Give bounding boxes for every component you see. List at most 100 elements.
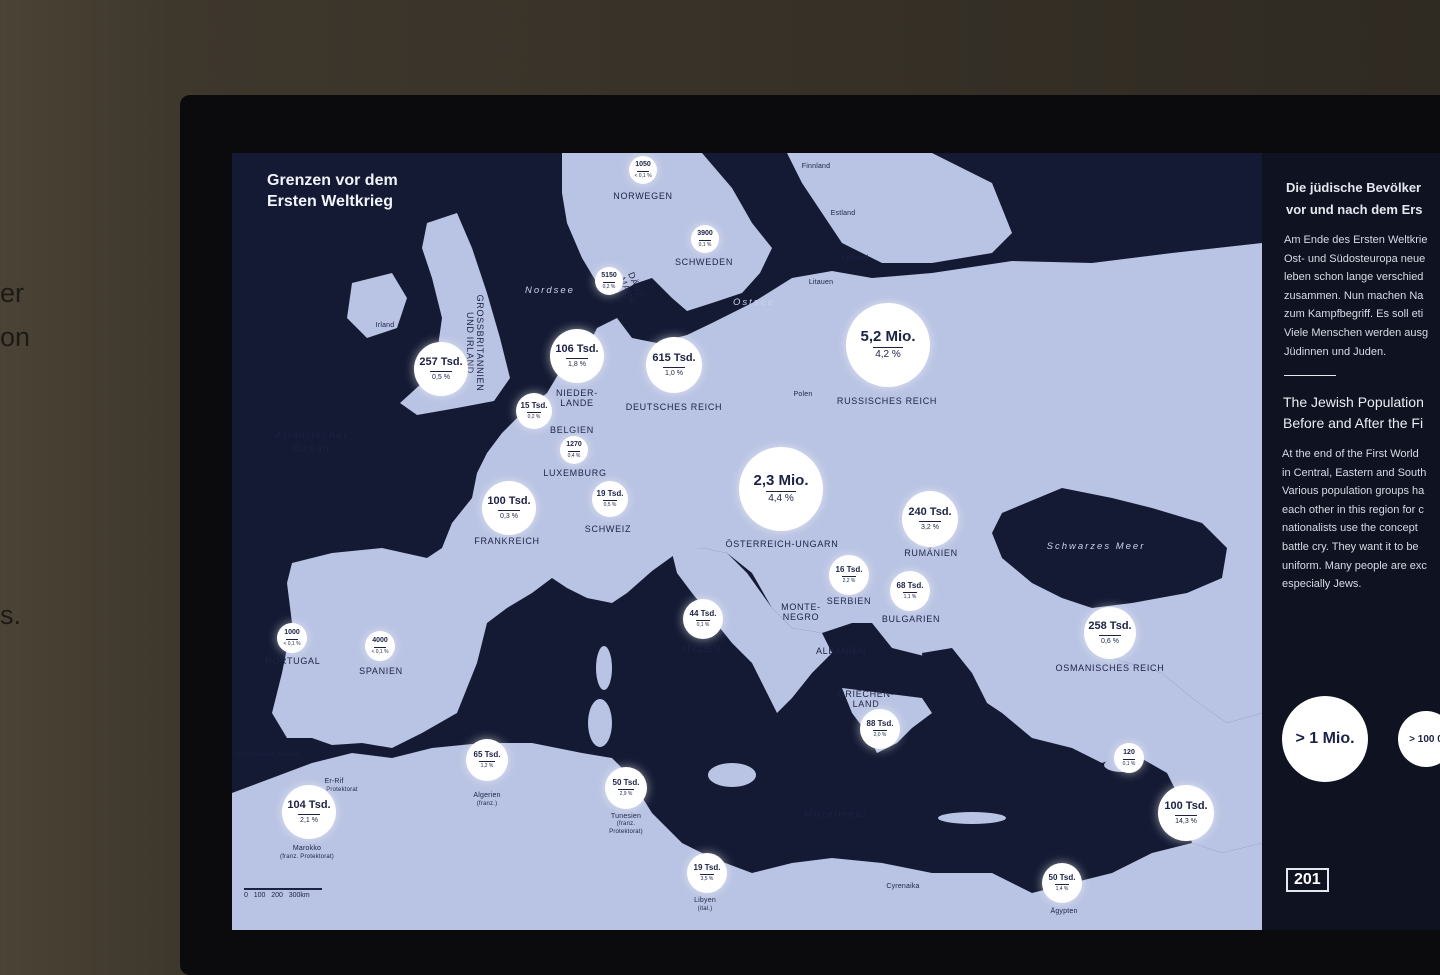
bubble-divider (700, 874, 714, 876)
population-bubble-bulgarien[interactable]: 68 Tsd. 1,1 % (890, 571, 930, 611)
bubble-percent: 3,2 % (921, 523, 939, 531)
sidebar-title: Die jüdische Bevölker vor und nach dem E… (1286, 180, 1423, 217)
legend-bubble-over-1-mio[interactable]: > 1 Mio. (1282, 696, 1368, 782)
bubble-percent: 0,1 % (698, 241, 712, 248)
bubble-value: 44 Tsd. (689, 608, 717, 618)
region-label-schweden: SCHWEDEN (674, 257, 734, 267)
bubble-value: 100 Tsd. (1164, 800, 1208, 813)
population-bubble-zypern[interactable]: 120 0,1 % (1114, 743, 1144, 773)
region-label-russisches-reich: RUSSISCHES REICH (836, 396, 938, 406)
bubble-percent: 0,4 % (567, 452, 581, 459)
population-bubble-algerien[interactable]: 65 Tsd. 1,2 % (466, 739, 508, 781)
population-bubble-deutsches-reich[interactable]: 615 Tsd. 1,0 % (646, 337, 702, 393)
bubble-divider (603, 500, 617, 502)
population-bubble-italien[interactable]: 44 Tsd. 0,1 % (683, 599, 723, 639)
region-label-albanien: ALBANIEN (815, 646, 867, 656)
bubble-percent: 4,4 % (768, 493, 794, 505)
region-note-tunesien: (franz. Protektorat) (609, 821, 643, 835)
population-bubble-rumaenien[interactable]: 240 Tsd. 3,2 % (902, 491, 958, 547)
corsica-island (596, 646, 612, 690)
bubble-divider (637, 170, 649, 172)
bubble-value: 106 Tsd. (555, 343, 599, 356)
bubble-value: 16 Tsd. (835, 564, 863, 574)
population-bubble-schweden[interactable]: 3900 0,1 % (691, 225, 719, 253)
scandinavia-landmass (562, 153, 772, 311)
bubble-value: 88 Tsd. (866, 718, 894, 728)
sea-label-mittelmeer: Mittelmeer (803, 809, 869, 820)
sidebar-text-english: At the end of the First World in Central… (1282, 448, 1427, 591)
region-label-oesterreich-ungarn: ÖSTERREICH-UNGARN (725, 539, 839, 549)
bubble-divider (603, 281, 615, 283)
legend-bubble-over-100k[interactable]: > 100 0 (1398, 711, 1440, 767)
population-bubble-norwegen[interactable]: 1050 < 0,1 % (629, 156, 657, 184)
population-bubble-oesterreich-ungarn[interactable]: 2,3 Mio. 4,4 % (739, 447, 823, 531)
population-bubble-aegypten[interactable]: 50 Tsd. 1,4 % (1042, 863, 1082, 903)
bubble-divider (479, 761, 495, 763)
region-label-niederlande: NIEDER- LANDE (556, 388, 598, 408)
bubble-percent: 3,5 % (700, 876, 714, 883)
population-bubble-grossbritannien[interactable]: 257 Tsd. 0,5 % (414, 342, 468, 396)
bubble-divider (498, 509, 520, 511)
crete-island (938, 812, 1006, 824)
bubble-percent: 14,3 % (1175, 817, 1197, 825)
bubble-divider (903, 592, 917, 594)
bubble-value: 257 Tsd. (419, 356, 463, 369)
region-label-bulgarien: BULGARIEN (881, 614, 941, 624)
note-international-zone: (1913 internat. Gebiet) (234, 752, 300, 758)
population-bubble-schweiz[interactable]: 19 Tsd. 0,5 % (592, 481, 628, 517)
bubble-divider (568, 450, 580, 452)
population-bubble-spanien[interactable]: 4000 < 0,1 % (365, 631, 395, 661)
bubble-percent: 2,1 % (300, 816, 318, 824)
region-label-litauen: Litauen (808, 279, 834, 286)
region-label-lettland: Lettland (841, 255, 869, 262)
bubble-percent: 1,1 % (903, 594, 917, 601)
population-bubble-libyen[interactable]: 19 Tsd. 3,5 % (687, 853, 727, 893)
region-label-norwegen: NORWEGEN (613, 191, 673, 201)
sidebar-divider (1284, 375, 1336, 376)
region-label-griechenland: GRIECHEN- LAND (837, 689, 895, 709)
sea-label-atlantik: Atlantischer Ozean (275, 430, 349, 454)
region-label-serbien: SERBIEN (826, 596, 872, 606)
population-bubble-niederlande[interactable]: 106 Tsd. 1,8 % (550, 329, 604, 383)
population-bubble-russisches-reich[interactable]: 5,2 Mio. 4,2 % (846, 303, 930, 387)
bubble-value: 258 Tsd. (1088, 620, 1132, 633)
population-bubble-frankreich[interactable]: 100 Tsd. 0,3 % (482, 481, 536, 535)
population-bubble-daenemark[interactable]: 5150 0,2 % (595, 267, 623, 295)
bubble-value: 1000 (284, 629, 300, 637)
population-bubble-serbien[interactable]: 16 Tsd. 2,2 % (829, 555, 869, 595)
bubble-value: 120 (1123, 749, 1135, 757)
bubble-value: 65 Tsd. (473, 749, 501, 759)
region-note-algerien: (franz.) (476, 801, 498, 807)
bubble-divider (699, 239, 711, 241)
bubble-percent: 0,1 % (696, 622, 710, 629)
population-bubble-portugal[interactable]: 1000 < 0,1 % (277, 623, 307, 653)
population-bubble-tunesien[interactable]: 50 Tsd. 2,9 % (605, 767, 647, 809)
bubble-divider (766, 491, 796, 493)
population-bubble-marokko[interactable]: 104 Tsd. 2,1 % (282, 785, 336, 839)
region-label-deutsches-reich: DEUTSCHES REICH (625, 402, 723, 412)
population-bubble-griechenland[interactable]: 88 Tsd. 2,0 % (860, 709, 900, 749)
region-label-finnland: Finnland (801, 163, 831, 170)
europe-map[interactable]: Grenzen vor dem Ersten Weltkrieg Nordsee… (232, 153, 1262, 930)
bubble-divider (873, 347, 903, 349)
sea-label-nordsee: Nordsee (525, 285, 575, 296)
population-bubble-osmanisches-reich[interactable]: 258 Tsd. 0,6 % (1084, 607, 1136, 659)
population-bubble-belgien[interactable]: 15 Tsd. 0,2 % (516, 393, 552, 429)
bubble-divider (374, 646, 386, 648)
page-number-badge: 201 (1286, 868, 1329, 892)
region-label-schweiz: SCHWEIZ (584, 524, 632, 534)
bubble-value: 19 Tsd. (693, 862, 721, 872)
bubble-percent: 0,2 % (602, 283, 616, 290)
region-label-irland: Irland (375, 322, 395, 329)
bubble-divider (842, 576, 856, 578)
bubble-percent: 1,4 % (1055, 886, 1069, 893)
bubble-percent: 0,5 % (603, 502, 617, 509)
region-label-montenegro: MONTE- NEGRO (781, 602, 821, 622)
sea-label-ostsee: Ostsee (732, 297, 776, 308)
bubble-divider (1099, 634, 1121, 636)
bubble-divider (696, 620, 710, 622)
population-bubble-luxemburg[interactable]: 1270 0,4 % (560, 436, 588, 464)
bubble-value: 104 Tsd. (287, 799, 331, 812)
population-bubble-levante[interactable]: 100 Tsd. 14,3 % (1158, 785, 1214, 841)
region-label-belgien: BELGIEN (550, 425, 594, 435)
